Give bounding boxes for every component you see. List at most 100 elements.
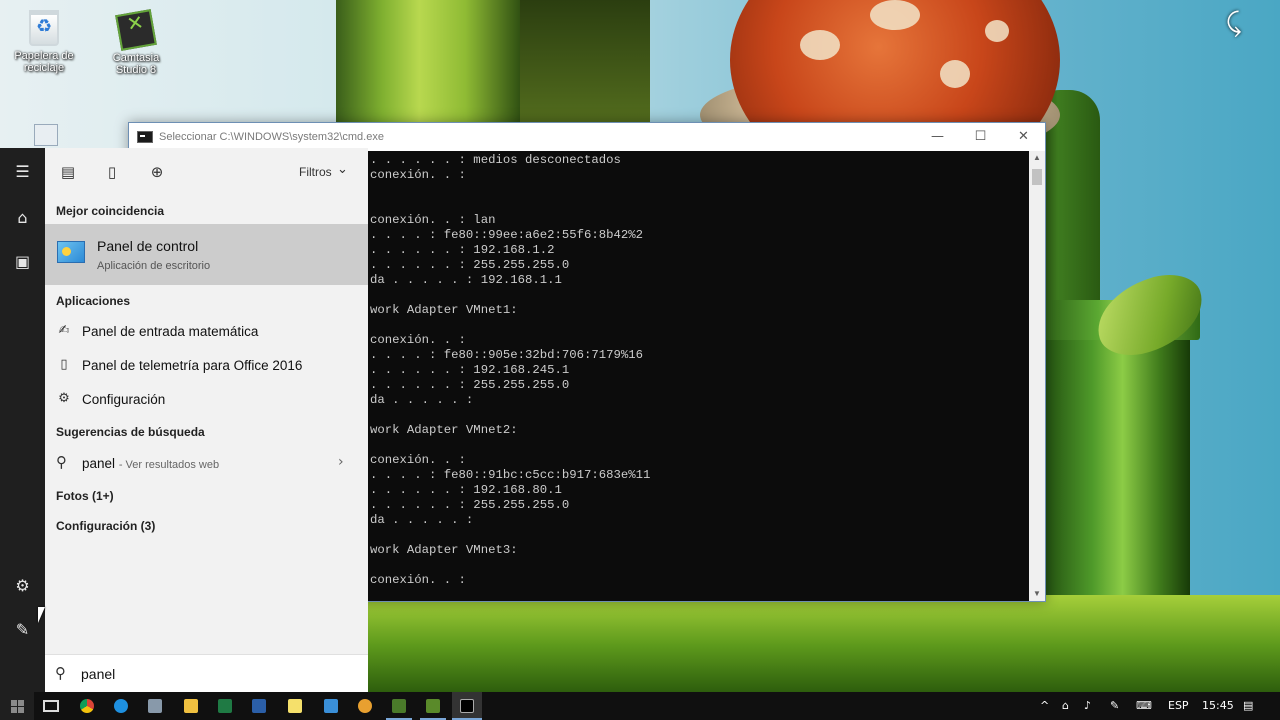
app-result-label: Configuración (82, 392, 166, 407)
desktop-icon-partial[interactable] (34, 124, 58, 146)
minimize-button[interactable]: — (916, 123, 959, 151)
volume-icon[interactable]: ♪ (1084, 692, 1091, 720)
excel-icon (218, 699, 232, 713)
config-header[interactable]: Configuración (3) (56, 519, 155, 533)
camtasia-recorder-icon (426, 699, 440, 713)
wallpaper-spot (870, 0, 920, 30)
desktop-icon-camtasia[interactable]: Camtasia Studio 8 (96, 9, 176, 76)
pen-icon[interactable]: ✎ (1110, 692, 1119, 720)
scroll-up-arrow-icon[interactable]: ▲ (1029, 151, 1045, 165)
cmd-title: Seleccionar C:\WINDOWS\system32\cmd.exe (159, 131, 384, 143)
task-view-icon (43, 700, 59, 712)
search-results-panel: ▤ ▯ ⊕ Filtros ⌄ Mejor coincidencia Panel… (45, 148, 368, 692)
web-suggestion[interactable]: ⚲ panel - Ver resultados web › (45, 448, 368, 480)
document-icon: ▯ (60, 357, 68, 372)
wallpaper-spot (985, 20, 1009, 42)
wallpaper-pipe-shadow (520, 0, 650, 130)
close-button[interactable]: ✕ (1002, 123, 1045, 151)
taskbar-chrome[interactable] (76, 692, 98, 720)
maximize-button[interactable]: ☐ (959, 123, 1002, 151)
start-button[interactable] (0, 692, 34, 720)
taskbar-photos[interactable] (320, 692, 342, 720)
apps-filter-icon[interactable]: ▤ (58, 162, 78, 182)
mouse-cursor-icon (38, 607, 45, 623)
notebook-icon[interactable]: ▣ (0, 242, 45, 282)
math-input-icon: ✍ (58, 323, 70, 338)
wallpaper-grass (360, 595, 1280, 695)
documents-filter-icon[interactable]: ▯ (102, 162, 122, 182)
home-icon[interactable]: ⌂ (0, 198, 45, 238)
taskbar-sticky-notes[interactable] (284, 692, 306, 720)
suggestion-query: panel (82, 456, 116, 471)
show-hidden-icons-icon[interactable]: ^ (1040, 692, 1049, 720)
taskbar-file-explorer[interactable] (180, 692, 202, 720)
search-icon: ⚲ (56, 453, 67, 471)
app-result-configuracion[interactable]: ⚙ Configuración (45, 384, 368, 416)
settings-app-icon (148, 699, 162, 713)
scroll-thumb[interactable] (1032, 169, 1042, 185)
cmd-icon (460, 699, 474, 713)
scroll-down-arrow-icon[interactable]: ▼ (1029, 587, 1045, 601)
recycle-bin-icon (29, 10, 59, 46)
camtasia-icon (392, 699, 406, 713)
language-indicator[interactable]: ESP (1168, 692, 1189, 720)
search-box[interactable]: ⚲ (45, 654, 368, 692)
app-result-label: Panel de telemetría para Office 2016 (82, 358, 303, 373)
photos-header[interactable]: Fotos (1+) (56, 489, 114, 503)
filter-bar: ▤ ▯ ⊕ Filtros ⌄ (45, 148, 368, 196)
web-filter-icon[interactable]: ⊕ (147, 162, 167, 182)
windows-logo-icon (10, 700, 24, 713)
wallpaper-spot (800, 30, 840, 60)
cmd-titlebar[interactable]: Seleccionar C:\WINDOWS\system32\cmd.exe (129, 123, 1045, 151)
clock[interactable]: 15:45 (1202, 692, 1234, 720)
suggestions-header: Sugerencias de búsqueda (56, 425, 205, 439)
app-result-office-telemetry[interactable]: ▯ Panel de telemetría para Office 2016 (45, 350, 368, 382)
taskbar-camtasia[interactable] (386, 692, 412, 720)
settings-gear-icon[interactable]: ⚙ (0, 566, 45, 606)
app-result-label: Panel de entrada matemática (82, 324, 259, 339)
sticky-notes-icon (288, 699, 302, 713)
task-view-button[interactable] (38, 692, 64, 720)
paint-icon (358, 699, 372, 713)
desktop-icon-recycle-bin[interactable]: Papelera de reciclaje (4, 10, 84, 74)
taskbar-excel[interactable] (214, 692, 236, 720)
app-result-math-input[interactable]: ✍ Panel de entrada matemática (45, 316, 368, 348)
chevron-right-icon[interactable]: › (338, 454, 344, 470)
chevron-down-icon[interactable]: ⌄ (337, 162, 348, 177)
best-match-name: Panel de control (97, 238, 199, 254)
taskbar: ^ ⌂ ♪ ✎ ⌨ ESP 15:45 ▤ (0, 692, 1280, 720)
cmd-scrollbar[interactable]: ▲ ▼ (1029, 151, 1045, 601)
best-match-result[interactable]: Panel de control Aplicación de escritori… (45, 224, 368, 285)
suggestion-more: - Ver resultados web (118, 459, 220, 471)
action-center-icon[interactable]: ▤ (1243, 692, 1253, 720)
edge-icon (114, 699, 128, 713)
photos-icon (324, 699, 338, 713)
cmd-icon (137, 131, 153, 143)
taskbar-paint[interactable] (354, 692, 376, 720)
chrome-icon (80, 699, 94, 713)
control-panel-icon (57, 241, 85, 263)
search-input[interactable] (81, 663, 351, 685)
taskbar-edge[interactable] (110, 692, 132, 720)
search-icon: ⚲ (55, 664, 66, 682)
network-icon[interactable]: ⌂ (1062, 692, 1069, 720)
desktop-icon-label: Camtasia Studio 8 (112, 52, 160, 76)
settings-icon: ⚙ (58, 391, 70, 406)
desktop-corner-logo-icon: ⤹ (1226, 8, 1242, 38)
apps-header: Aplicaciones (56, 294, 131, 308)
taskbar-cmd[interactable] (452, 692, 482, 720)
keyboard-icon[interactable]: ⌨ (1136, 692, 1152, 720)
desktop-icon-label: Papelera de reciclaje (14, 50, 74, 74)
filters-button[interactable]: Filtros (299, 165, 332, 179)
word-icon (252, 699, 266, 713)
camtasia-icon (115, 9, 157, 51)
taskbar-word[interactable] (248, 692, 270, 720)
best-match-subtitle: Aplicación de escritorio (97, 260, 211, 272)
folder-icon (184, 699, 198, 713)
suggestion-text: panel - Ver resultados web (82, 456, 219, 471)
hamburger-menu-icon[interactable]: ☰ (0, 152, 45, 192)
taskbar-camtasia-recorder[interactable] (420, 692, 446, 720)
taskbar-settings[interactable] (144, 692, 166, 720)
best-match-header: Mejor coincidencia (56, 204, 165, 218)
wallpaper-spot (940, 60, 970, 88)
